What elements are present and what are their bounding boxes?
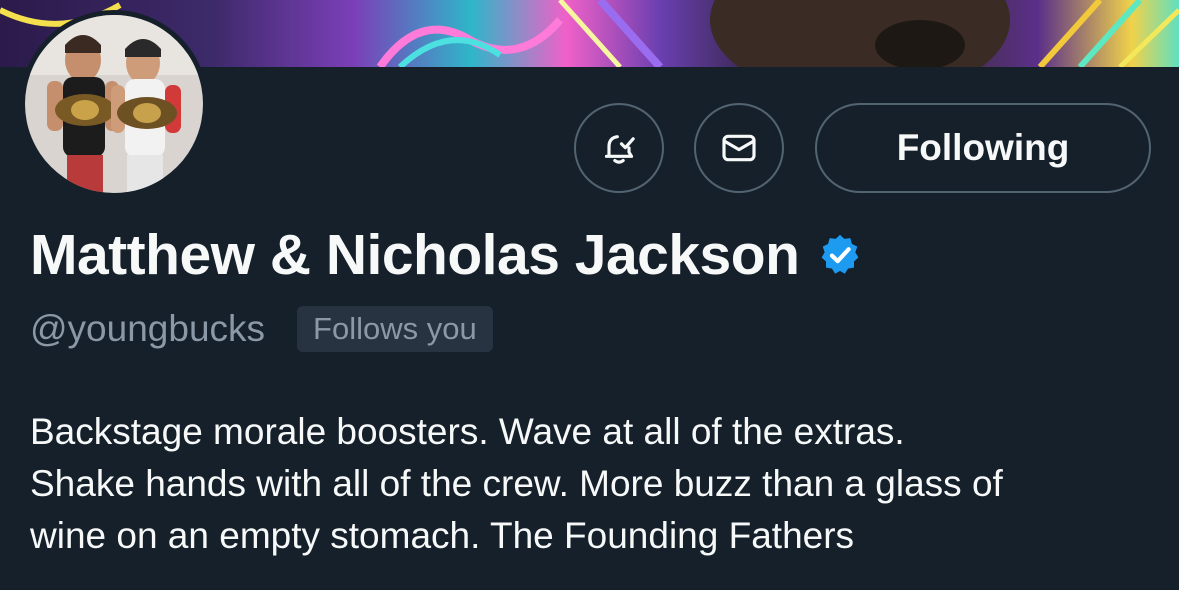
follows-you-badge: Follows you — [297, 306, 493, 352]
avatar[interactable] — [20, 10, 208, 198]
bio-line: wine on an empty stomach. The Founding F… — [30, 515, 855, 556]
verified-badge-icon[interactable] — [817, 232, 863, 278]
display-name: Matthew & Nicholas Jackson — [30, 223, 800, 287]
bell-check-icon — [604, 135, 635, 164]
handle-row: @youngbucks Follows you — [30, 306, 493, 352]
message-button[interactable] — [694, 103, 784, 193]
avatar-photo — [25, 15, 203, 193]
profile-bio: Backstage morale boosters. Wave at all o… — [30, 406, 1160, 562]
bio-line: Shake hands with all of the crew. More b… — [30, 463, 1003, 504]
profile-name-row: Matthew & Nicholas Jackson — [30, 222, 863, 288]
following-button[interactable]: Following — [815, 103, 1151, 193]
notifications-button[interactable] — [574, 103, 664, 193]
bio-line: Backstage morale boosters. Wave at all o… — [30, 411, 905, 452]
user-handle: @youngbucks — [30, 308, 266, 349]
envelope-icon — [722, 134, 756, 162]
